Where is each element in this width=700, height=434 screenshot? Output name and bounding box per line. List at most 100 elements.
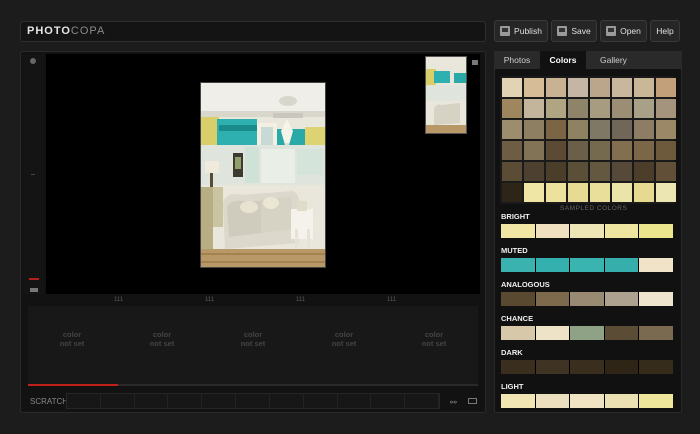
- photo-thumbnail[interactable]: [425, 56, 467, 134]
- publish-button[interactable]: Publish: [494, 20, 548, 42]
- open-button[interactable]: Open: [600, 20, 647, 42]
- scratch-cell[interactable]: [405, 394, 439, 408]
- palette-swatch[interactable]: [570, 258, 604, 272]
- palette-swatch[interactable]: [535, 360, 570, 374]
- sampled-swatch[interactable]: [502, 78, 522, 97]
- color-slot[interactable]: color not set: [42, 330, 102, 348]
- sampled-swatch[interactable]: [634, 78, 654, 97]
- palette-swatch[interactable]: [535, 394, 570, 408]
- scratch-cell[interactable]: [270, 394, 304, 408]
- sampled-swatch[interactable]: [656, 141, 676, 160]
- color-slot[interactable]: color not set: [404, 330, 464, 348]
- sampled-swatch[interactable]: [568, 78, 588, 97]
- sampled-swatch[interactable]: [546, 183, 566, 202]
- sampled-swatch[interactable]: [546, 162, 566, 181]
- palette-swatch[interactable]: [501, 258, 535, 272]
- palette-swatch[interactable]: [604, 258, 639, 272]
- palette-strip[interactable]: [501, 360, 673, 374]
- sampled-swatch[interactable]: [568, 99, 588, 118]
- sampled-swatch[interactable]: [568, 141, 588, 160]
- sampled-swatch[interactable]: [502, 120, 522, 139]
- palette-swatch[interactable]: [501, 224, 535, 238]
- palette-swatch[interactable]: [639, 292, 673, 306]
- scratch-cell[interactable]: [202, 394, 237, 408]
- sampled-swatch[interactable]: [524, 120, 544, 139]
- palette-swatch[interactable]: [639, 360, 673, 374]
- tool-dot-icon[interactable]: [30, 58, 36, 64]
- scratch-cell[interactable]: [101, 394, 135, 408]
- palette-swatch[interactable]: [570, 394, 604, 408]
- sampled-swatch[interactable]: [590, 183, 610, 202]
- palette-swatch[interactable]: [535, 326, 570, 340]
- sampled-swatch[interactable]: [590, 78, 610, 97]
- palette-swatch[interactable]: [570, 360, 604, 374]
- sampled-swatch[interactable]: [590, 120, 610, 139]
- palette-strip[interactable]: [501, 224, 673, 238]
- sampled-swatch[interactable]: [546, 120, 566, 139]
- palette-swatch[interactable]: [604, 326, 639, 340]
- color-slot[interactable]: color not set: [314, 330, 374, 348]
- sampled-swatch[interactable]: [502, 99, 522, 118]
- sampled-swatch[interactable]: [612, 78, 632, 97]
- sampled-swatch[interactable]: [546, 78, 566, 97]
- scratch-cell[interactable]: [236, 394, 270, 408]
- sampled-swatch[interactable]: [634, 141, 654, 160]
- sampled-swatch[interactable]: [656, 99, 676, 118]
- palette-swatch[interactable]: [604, 394, 639, 408]
- palette-swatch[interactable]: [639, 224, 673, 238]
- sampled-swatch[interactable]: [634, 162, 654, 181]
- sampled-swatch[interactable]: [524, 99, 544, 118]
- palette-swatch[interactable]: [639, 258, 673, 272]
- scratch-cell[interactable]: [135, 394, 169, 408]
- sampled-swatch[interactable]: [612, 120, 632, 139]
- scratch-cell[interactable]: [304, 394, 338, 408]
- palette-strip[interactable]: [501, 292, 673, 306]
- collapse-icon[interactable]: [30, 288, 38, 292]
- color-slot[interactable]: color not set: [223, 330, 283, 348]
- scratch-bar[interactable]: [66, 393, 440, 409]
- palette-swatch[interactable]: [604, 224, 639, 238]
- sampled-swatch[interactable]: [634, 183, 654, 202]
- tab-gallery[interactable]: Gallery: [586, 51, 682, 69]
- sampled-swatch[interactable]: [502, 183, 522, 202]
- sampled-swatch[interactable]: [656, 162, 676, 181]
- tab-photos[interactable]: Photos: [494, 51, 540, 69]
- palette-strip[interactable]: [501, 326, 673, 340]
- scratch-cell[interactable]: [371, 394, 406, 408]
- sampled-swatch[interactable]: [656, 183, 676, 202]
- palette-swatch[interactable]: [501, 326, 535, 340]
- save-button[interactable]: Save: [551, 20, 597, 42]
- sampled-swatch[interactable]: [634, 99, 654, 118]
- sampled-swatch[interactable]: [612, 141, 632, 160]
- palette-swatch[interactable]: [535, 258, 570, 272]
- palette-swatch[interactable]: [570, 292, 604, 306]
- scratch-cell[interactable]: [168, 394, 203, 408]
- sampled-swatch[interactable]: [524, 162, 544, 181]
- sampled-swatch[interactable]: [568, 183, 588, 202]
- palette-swatch[interactable]: [570, 224, 604, 238]
- sampled-swatch[interactable]: [502, 141, 522, 160]
- sampled-swatch[interactable]: [656, 78, 676, 97]
- sampled-swatch[interactable]: [634, 120, 654, 139]
- sampled-swatch[interactable]: [612, 162, 632, 181]
- palette-swatch[interactable]: [535, 292, 570, 306]
- expand-icon[interactable]: [468, 398, 477, 404]
- sampled-swatch[interactable]: [656, 120, 676, 139]
- sampled-swatch[interactable]: [546, 99, 566, 118]
- color-slot[interactable]: color not set: [132, 330, 192, 348]
- sampled-swatch[interactable]: [612, 99, 632, 118]
- scratch-cell[interactable]: [338, 394, 372, 408]
- scratch-cell[interactable]: [67, 394, 101, 408]
- palette-swatch[interactable]: [501, 360, 535, 374]
- sampled-swatch[interactable]: [590, 141, 610, 160]
- palette-swatch[interactable]: [639, 326, 673, 340]
- sampled-swatch[interactable]: [590, 162, 610, 181]
- palette-swatch[interactable]: [604, 360, 639, 374]
- sampled-swatch[interactable]: [524, 78, 544, 97]
- palette-strip[interactable]: [501, 258, 673, 272]
- tab-colors[interactable]: Colors: [540, 51, 586, 69]
- thumbnail-toggle-icon[interactable]: [472, 60, 478, 65]
- sampled-swatch[interactable]: [524, 141, 544, 160]
- sampled-swatch[interactable]: [568, 162, 588, 181]
- palette-swatch[interactable]: [604, 292, 639, 306]
